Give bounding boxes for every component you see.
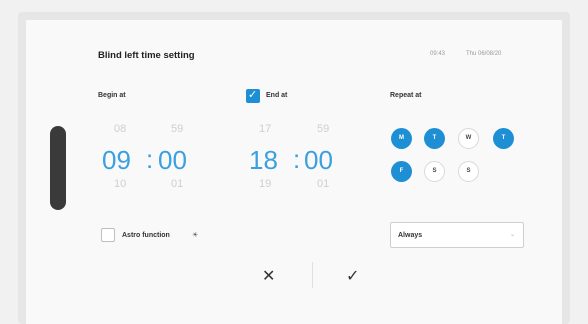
end-hour-ellipsis: ·· (264, 112, 267, 117)
end-min-prev[interactable]: 59 (317, 123, 329, 135)
begin-hour-next[interactable]: 10 (114, 178, 126, 190)
clock-date: Thu 06/08/20 (466, 51, 502, 57)
begin-hour-prev[interactable]: 08 (114, 123, 126, 135)
begin-min-prev[interactable]: 59 (171, 123, 183, 135)
check-icon: ✓ (248, 89, 258, 101)
cancel-button[interactable]: ✕ (262, 266, 275, 286)
end-colon: : (293, 144, 301, 174)
end-min-ellipsis: ·· (322, 112, 325, 117)
day-toggle-sat[interactable]: S (424, 161, 445, 182)
action-divider (312, 262, 313, 288)
begin-hour[interactable]: 09 (102, 145, 131, 176)
end-minute[interactable]: 00 (304, 145, 333, 176)
end-label: End at (266, 92, 288, 99)
day-toggle-mon[interactable]: M (391, 128, 412, 149)
day-toggle-sun[interactable]: S (458, 161, 479, 182)
begin-colon: : (146, 144, 154, 174)
end-min-next[interactable]: 01 (317, 178, 329, 190)
repeat-mode-select[interactable]: Always ⌄ (390, 222, 524, 248)
end-hour-next[interactable]: 19 (259, 178, 271, 190)
day-toggle-thu[interactable]: T (493, 128, 514, 149)
begin-hour-ellipsis: ·· (122, 112, 125, 117)
end-enable-checkbox[interactable]: ✓ (246, 89, 260, 103)
day-toggle-fri[interactable]: F (391, 161, 412, 182)
device-handle (50, 126, 66, 210)
begin-min-next[interactable]: 01 (171, 178, 183, 190)
clock-time: 09:43 (430, 51, 446, 57)
begin-label: Begin at (98, 92, 126, 99)
day-toggle-wed[interactable]: W (458, 128, 479, 149)
begin-min-ellipsis: ·· (175, 112, 178, 117)
end-hour[interactable]: 18 (249, 145, 278, 176)
page-title: Blind left time setting (98, 50, 195, 61)
day-toggle-tue[interactable]: T (424, 128, 445, 149)
astro-label: Astro function (122, 232, 170, 239)
begin-minute[interactable]: 00 (158, 145, 187, 176)
chevron-down-icon: ⌄ (509, 232, 515, 238)
end-hour-prev[interactable]: 17 (259, 123, 271, 135)
sun-icon: ☀ (192, 232, 199, 239)
astro-checkbox[interactable] (101, 228, 115, 242)
confirm-button[interactable]: ✓ (346, 266, 359, 286)
repeat-mode-value: Always (398, 232, 423, 239)
repeat-label: Repeat at (390, 92, 422, 99)
